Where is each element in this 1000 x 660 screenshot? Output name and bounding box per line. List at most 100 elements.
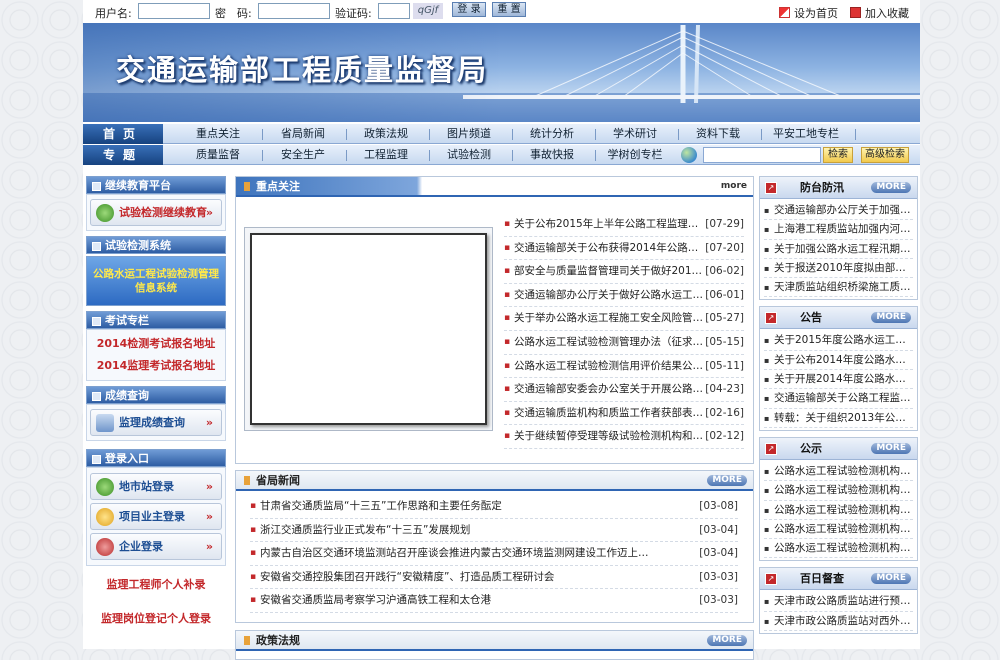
list-item[interactable]: 交通运输部关于公路工程监… [764, 389, 913, 409]
nav-item-photos[interactable]: 图片频道 [429, 124, 509, 144]
exam-link-testing[interactable]: 2014检测考试报名地址 [87, 333, 225, 355]
exam-link-supervision[interactable]: 2014监理考试报名地址 [87, 355, 225, 377]
flood-more-link[interactable]: MORE [871, 182, 911, 193]
city-station-login-button[interactable]: 地市站登录» [90, 473, 222, 500]
nav-item-downloads[interactable]: 资料下载 [678, 124, 758, 144]
nav-item-supervision[interactable]: 工程监理 [346, 145, 426, 165]
list-item[interactable]: 关于加强公路水运工程汛期… [764, 240, 913, 259]
list-item[interactable]: 天津质监站组织桥梁施工质… [764, 278, 913, 298]
list-item[interactable]: 安徽省交通质监局考察学习沪通高铁工程和太仓港[03-03] [250, 589, 738, 613]
score-query-button[interactable]: 监理成绩查询» [90, 409, 222, 436]
nav-item-testing[interactable]: 试验检测 [429, 145, 509, 165]
provincial-news-header: 省局新闻 MORE [236, 471, 753, 491]
list-item[interactable]: 转载：关于组织2013年公路… [764, 409, 913, 428]
username-label: 用户名: [95, 7, 132, 20]
continuing-ed-button[interactable]: 试验检测继续教育» [90, 199, 222, 226]
login-button[interactable]: 登 录 [452, 2, 486, 17]
nav-item-quality[interactable]: 质量监督 [178, 145, 258, 165]
nav-item-focus[interactable]: 重点关注 [178, 124, 258, 144]
photo-frame[interactable] [244, 227, 493, 431]
search-input[interactable] [703, 147, 821, 163]
list-item[interactable]: 安徽省交通控股集团召开践行“安徽精度”、打造品质工程研讨会[03-03] [250, 566, 738, 590]
announcement-more-link[interactable]: MORE [871, 312, 911, 324]
arrow-icon: ↗ [765, 442, 777, 455]
list-item[interactable]: 交通运输部办公厅关于加强… [764, 201, 913, 221]
home-icon [779, 7, 790, 18]
focus-title: 重点关注 [244, 177, 300, 197]
globe-icon [681, 147, 697, 163]
policy-more-link[interactable]: MORE [707, 635, 747, 646]
focus-news-list: 关于公布2015年上半年公路工程监理企…[07-29] 交通运输部关于公布获得2… [504, 213, 744, 449]
inspection-more-link[interactable]: MORE [871, 573, 911, 585]
list-item[interactable]: 交通运输部办公厅关于做好公路水运工…[06-01] [504, 284, 744, 308]
nav-topic-head[interactable]: 专题 [83, 145, 163, 165]
reset-button[interactable]: 重 置 [492, 2, 526, 17]
provincial-more-link[interactable]: MORE [707, 475, 747, 486]
list-item[interactable]: 交通运输部关于公布获得2014年公路水…[07-20] [504, 237, 744, 261]
search-button[interactable]: 检索 [823, 147, 853, 163]
nav-item-academic[interactable]: 学术研讨 [595, 124, 675, 144]
nav-item-accidents[interactable]: 事故快报 [512, 145, 592, 165]
score-header: 成绩查询 [86, 386, 226, 404]
username-input[interactable] [138, 3, 210, 19]
list-item[interactable]: 甘肃省交通质监局“十三五”工作思路和主要任务酝定[03-08] [250, 495, 738, 519]
list-item[interactable]: 浙江交通质监行业正式发布“十三五”发展规划[03-04] [250, 519, 738, 543]
focus-more-link[interactable]: more [721, 181, 747, 191]
list-item[interactable]: 关于开展2014年度公路水运… [764, 370, 913, 390]
password-input[interactable] [258, 3, 330, 19]
list-item[interactable]: 天津市政公路质监站进行预… [764, 592, 913, 612]
nav-item-safety-site[interactable]: 平安工地专栏 [761, 124, 851, 144]
nav-item-provincial[interactable]: 省局新闻 [263, 124, 343, 144]
captcha-image[interactable]: qGjf [413, 3, 443, 19]
arrow-icon: ↗ [765, 312, 777, 325]
add-favorite-link[interactable]: 加入收藏 [850, 5, 909, 21]
supervisor-supplement-link[interactable]: 监理工程师个人补录 [86, 574, 226, 596]
nav-home-head[interactable]: 首页 [83, 124, 163, 144]
list-item[interactable]: 公路水运工程试验检测机构… [764, 462, 913, 482]
login-bar: 用户名: 密 码: 验证码: qGjf 登 录 重 置 设为首页 加入收藏 [83, 0, 920, 23]
list-item[interactable]: 公路水运工程试验检测机构… [764, 539, 913, 559]
captcha-input[interactable] [378, 3, 410, 19]
list-item[interactable]: 公路水运工程试验检测机构… [764, 520, 913, 540]
list-item[interactable]: 公路水运工程试验检测机构… [764, 501, 913, 520]
project-owner-login-button[interactable]: 项目业主登录» [90, 503, 222, 530]
list-item[interactable]: 公路水运工程试验检测管理办法（征求…[05-15] [504, 331, 744, 355]
nav-item-special-column[interactable]: 学树创专栏 [595, 145, 675, 165]
policy-header: 政策法规 MORE [236, 631, 753, 651]
list-item[interactable]: 公路水运工程试验检测信用评价结果公…[05-11] [504, 355, 744, 379]
list-item[interactable]: 天津市政公路质监站对西外… [764, 612, 913, 632]
project-owner-login-label: 项目业主登录 [119, 510, 185, 523]
list-item[interactable]: 内蒙古自治区交通环境监测站召开座谈会推进内蒙古交通环境监测网建设工作迈上…[03… [250, 542, 738, 566]
list-item[interactable]: 关于公布2014年度公路水运… [764, 351, 913, 371]
public-notice-more-link[interactable]: MORE [871, 442, 911, 454]
set-home-label: 设为首页 [794, 7, 838, 20]
testing-system-banner[interactable]: 公路水运工程试验检测管理信息系统 [86, 256, 226, 306]
list-item[interactable]: 关于举办公路水运工程施工安全风险管…[05-27] [504, 307, 744, 331]
left-sidebar: 继续教育平台 试验检测继续教育» 试验检测系统 公路水运工程试验检测管理信息系统… [86, 176, 226, 630]
site-title: 交通运输部工程质量监督局 [116, 53, 489, 87]
enterprise-login-button[interactable]: 企业登录» [90, 533, 222, 560]
list-item[interactable]: 交通运输质监机构和质监工作者获部表…[02-16] [504, 402, 744, 426]
supervisor-position-login-link[interactable]: 监理岗位登记个人登录 [86, 608, 226, 630]
list-item[interactable]: 上海港工程质监站加强内河… [764, 220, 913, 240]
set-home-link[interactable]: 设为首页 [779, 5, 838, 21]
nav-item-statistics[interactable]: 统计分析 [512, 124, 592, 144]
nav-item-policy[interactable]: 政策法规 [346, 124, 426, 144]
list-item[interactable]: 关于继续暂停受理等级试验检测机构和…[02-12] [504, 425, 744, 449]
advanced-search-button[interactable]: 高级检索 [861, 147, 909, 163]
owner-icon [96, 508, 114, 526]
password-label: 密 码: [215, 7, 252, 20]
list-item[interactable]: 部安全与质量监督管理司关于做好201…[06-02] [504, 260, 744, 284]
list-item[interactable]: 关于2015年度公路水运工… [764, 331, 913, 351]
list-item[interactable]: 交通运输部安委会办公室关于开展公路…[04-23] [504, 378, 744, 402]
focus-header: 重点关注 more [236, 177, 753, 197]
nav-item-safety[interactable]: 安全生产 [263, 145, 343, 165]
list-item[interactable]: 关于公布2015年上半年公路工程监理企…[07-29] [504, 213, 744, 237]
list-item[interactable]: 公路水运工程试验检测机构… [764, 481, 913, 501]
exam-header: 考试专栏 [86, 311, 226, 329]
topic-nav: 专题 质量监督 安全生产 工程监理 试验检测 事故快报 学树创专栏 检索 高级检… [83, 145, 920, 165]
list-item[interactable]: 关于报送2010年度拟由部组… [764, 259, 913, 279]
continuing-ed-header: 继续教育平台 [86, 176, 226, 194]
policy-panel: 政策法规 MORE [235, 630, 754, 660]
add-favorite-label: 加入收藏 [865, 7, 909, 20]
